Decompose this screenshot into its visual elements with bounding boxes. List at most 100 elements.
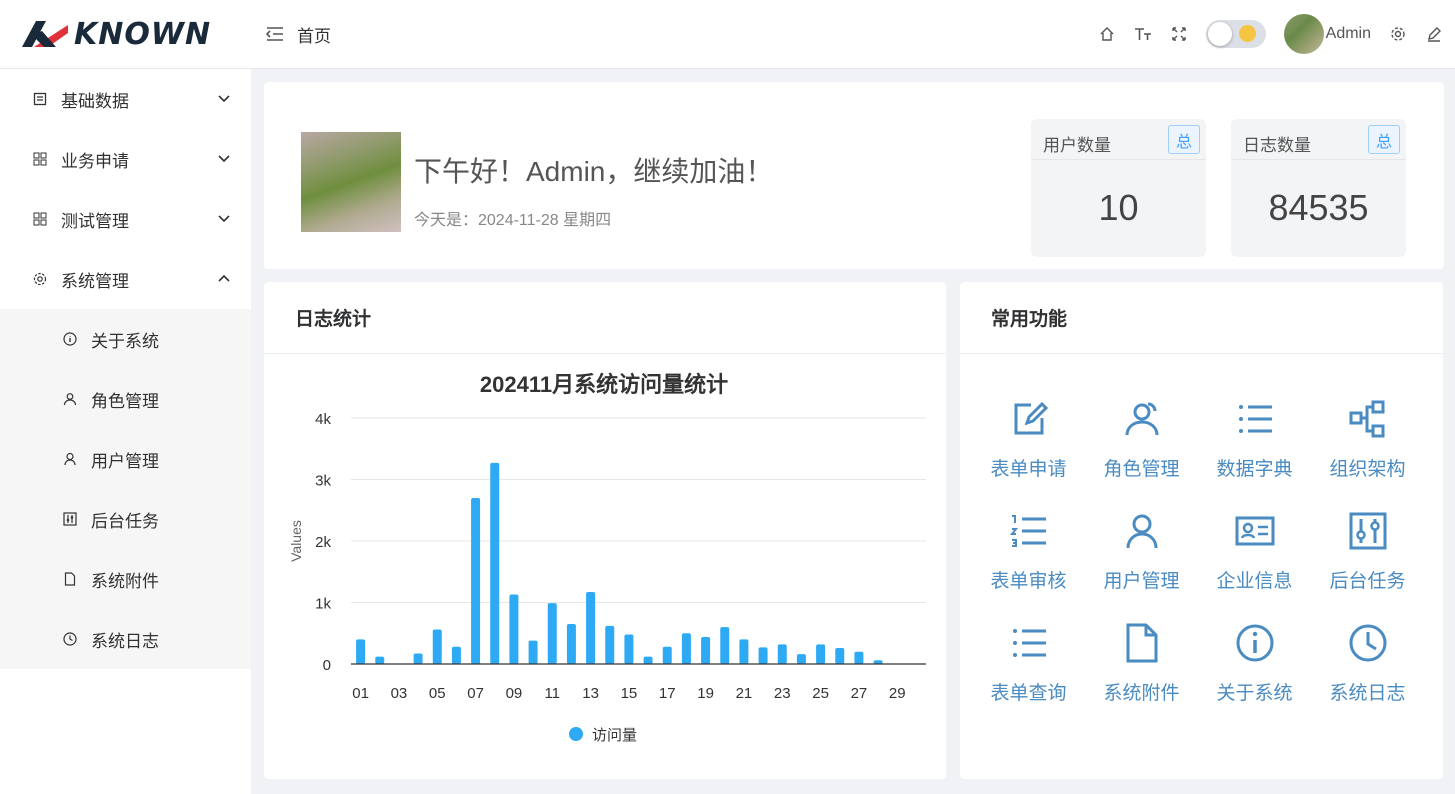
sidebar: 基础数据 业务申请 测试管理 系统管理 关于系统 角色管理 用户管理 后台任务: [0, 69, 251, 794]
function-label: 用户管理: [1103, 571, 1180, 592]
function-item[interactable]: 表单查询: [972, 618, 1085, 730]
gear-icon[interactable]: [1389, 25, 1407, 43]
sidebar-item-about[interactable]: 关于系统: [0, 309, 251, 369]
list-icon: [32, 91, 48, 107]
user-name: Admin: [1325, 25, 1371, 42]
x-tick-label: 25: [812, 685, 829, 702]
sidebar-item-basic-data[interactable]: 基础数据: [0, 69, 251, 129]
function-label: 表单查询: [990, 683, 1067, 704]
menu-fold-icon[interactable]: [265, 26, 285, 42]
y-tick-label: 3k: [315, 473, 331, 490]
sidebar-item-label: 系统管理: [61, 271, 129, 291]
sidebar-item-label: 角色管理: [91, 391, 159, 411]
ordered-list-icon: [1009, 506, 1049, 556]
stat-value: 10: [1098, 187, 1139, 228]
visit-chart: 202411月系统访问量统计 0 1k 2k 3k 4k Values 01 03 05 07 09 1…: [288, 372, 926, 744]
user-menu[interactable]: Admin: [1283, 14, 1371, 54]
bar: [605, 625, 615, 664]
function-item[interactable]: 系统附件: [1085, 618, 1198, 730]
document-icon: [62, 571, 78, 587]
legend-label: 访问量: [592, 727, 637, 744]
sidebar-item-business[interactable]: 业务申请: [0, 129, 251, 189]
y-tick-label: 2k: [315, 534, 331, 551]
sidebar-item-tasks[interactable]: 后台任务: [0, 489, 251, 549]
bar: [375, 656, 385, 664]
function-item[interactable]: 数据字典: [1198, 394, 1311, 506]
sliders-icon: [1348, 506, 1388, 556]
function-label: 组织架构: [1329, 459, 1406, 480]
divider: [1031, 159, 1206, 160]
clock-icon: [62, 631, 78, 647]
welcome-avatar-image: [301, 132, 401, 232]
stat-tag: 总: [1368, 125, 1400, 154]
chevron-down-icon: [218, 155, 230, 163]
common-functions-card: 常用功能 表单申请 角色管理 数据字典 组织架构 表单审核 用户管理 企业信息 后台任务 表单查…: [960, 282, 1443, 779]
bar: [643, 656, 653, 664]
logo-mark-icon: [22, 21, 68, 47]
function-item[interactable]: 关于系统: [1198, 618, 1311, 730]
grid-icon: [32, 211, 48, 227]
toggle-knob: [1207, 22, 1232, 46]
sliders-icon: [62, 511, 78, 527]
function-label: 表单审核: [990, 571, 1067, 592]
function-item[interactable]: 后台任务: [1311, 506, 1424, 618]
greeting-text: 下午好！Admin，继续加油！: [414, 156, 774, 187]
sidebar-item-system[interactable]: 系统管理: [0, 249, 251, 309]
function-item[interactable]: 角色管理: [1085, 394, 1198, 506]
function-item[interactable]: 企业信息: [1198, 506, 1311, 618]
function-item[interactable]: 表单申请: [972, 394, 1085, 506]
bar: [796, 654, 806, 664]
divider: [1231, 159, 1406, 160]
theme-toggle[interactable]: [1205, 20, 1266, 48]
legend-marker: [569, 727, 583, 741]
bar: [413, 653, 423, 664]
bar: [451, 646, 461, 664]
function-item[interactable]: 用户管理: [1085, 506, 1198, 618]
bar: [835, 648, 845, 664]
x-tick-label: 15: [621, 685, 638, 702]
bar: [509, 594, 519, 664]
font-size-icon[interactable]: [1134, 25, 1152, 43]
user-icon: [1122, 506, 1162, 556]
bar: [758, 647, 768, 664]
function-label: 后台任务: [1329, 571, 1406, 592]
breadcrumb[interactable]: 首页: [297, 22, 331, 47]
fullscreen-icon[interactable]: [1170, 25, 1188, 43]
stat-tag: 总: [1168, 125, 1200, 154]
sidebar-item-users[interactable]: 用户管理: [0, 429, 251, 489]
bar: [624, 634, 634, 664]
sidebar-item-test[interactable]: 测试管理: [0, 189, 251, 249]
logo[interactable]: KNOWN: [0, 0, 251, 69]
org-icon: [1348, 394, 1388, 444]
sidebar-item-roles[interactable]: 角色管理: [0, 369, 251, 429]
log-stats-card: 日志统计 202411月系统访问量统计 0 1k 2k 3k 4k Values 01 03 05…: [264, 282, 946, 779]
x-tick-label: 17: [659, 685, 676, 702]
list-icon: [1009, 618, 1049, 668]
edit-icon[interactable]: [1425, 25, 1443, 43]
users-icon: [62, 391, 78, 407]
function-item[interactable]: 表单审核: [972, 506, 1085, 618]
x-tick-label: 03: [391, 685, 408, 702]
home-icon[interactable]: [1098, 25, 1116, 43]
function-item[interactable]: 系统日志: [1311, 618, 1424, 730]
function-label: 数据字典: [1216, 459, 1293, 480]
x-tick-label: 27: [851, 685, 868, 702]
card-title: 日志统计: [264, 282, 946, 354]
bar: [547, 603, 557, 664]
function-grid: 表单申请 角色管理 数据字典 组织架构表单审核 用户管理 企业信息 后台任务表单查询 系统附件…: [972, 394, 1424, 730]
edit-icon: [1009, 394, 1049, 444]
id-card-icon: [1235, 506, 1275, 556]
bar: [566, 624, 576, 664]
bar: [471, 497, 481, 664]
function-item[interactable]: 组织架构: [1311, 394, 1424, 506]
sidebar-item-label: 基础数据: [61, 91, 129, 111]
chart-title: 202411月系统访问量统计: [480, 372, 728, 397]
sidebar-item-attachments[interactable]: 系统附件: [0, 549, 251, 609]
bar: [720, 627, 730, 664]
y-axis-label: Values: [288, 520, 304, 562]
bar: [432, 629, 442, 664]
sidebar-item-logs[interactable]: 系统日志: [0, 609, 251, 669]
sidebar-item-label: 业务申请: [61, 151, 129, 171]
x-tick-label: 01: [352, 685, 369, 702]
stat-label: 日志数量: [1243, 136, 1311, 155]
